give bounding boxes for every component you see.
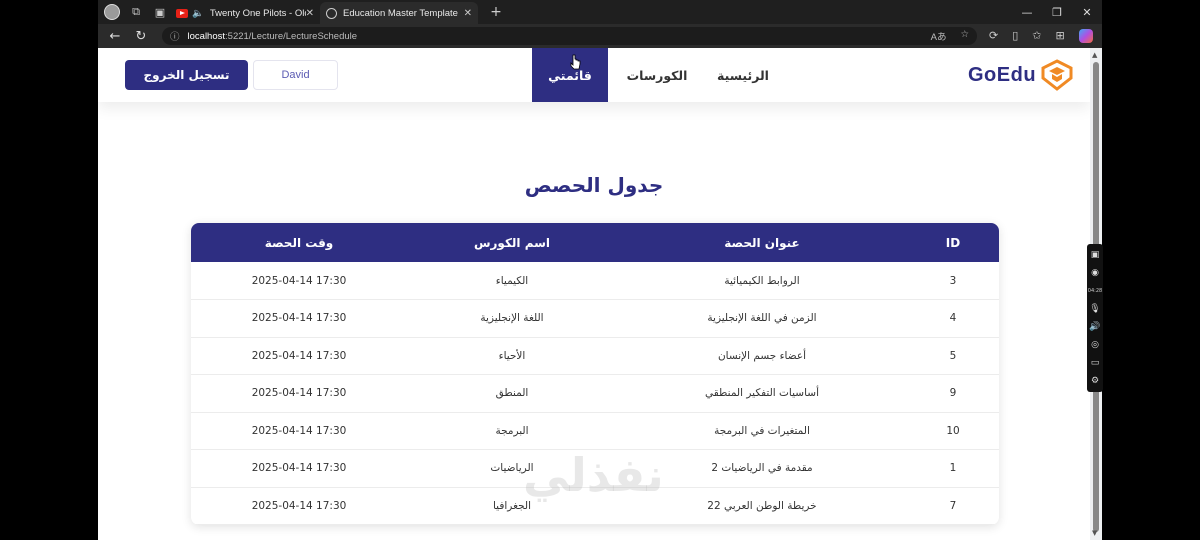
- table-row: 4 الزمن في اللغة الإنجليزية اللغة الإنجليز…: [191, 299, 999, 338]
- tab-label: Education Master Template: [343, 7, 458, 19]
- cell-lecture-title: الزمن في اللغة الإنجليزية: [617, 299, 907, 338]
- browser-window: ⧉ ▣ 🔈 Twenty One Pilots - Oldies S ✕ Edu…: [98, 0, 1102, 540]
- extensions-icon[interactable]: ⟳: [989, 29, 998, 43]
- cell-lecture-time: 2025-04-14 17:30: [191, 299, 407, 338]
- cell-lecture-time: 2025-04-14 17:30: [191, 449, 407, 488]
- speaker-icon[interactable]: 🔈: [192, 8, 204, 19]
- record-icon[interactable]: ◉: [1091, 266, 1099, 280]
- cell-id: 9: [907, 374, 999, 413]
- youtube-icon: [176, 8, 188, 18]
- header-id: ID: [945, 235, 961, 250]
- close-tab-icon[interactable]: ✕: [464, 8, 472, 19]
- window-icon[interactable]: ▭: [1091, 356, 1100, 370]
- cell-lecture-time: 2025-04-14 17:30: [191, 337, 407, 375]
- user-name-button[interactable]: David: [253, 60, 338, 90]
- refresh-icon[interactable]: ↻: [128, 29, 154, 44]
- cell-lecture-time: 2025-04-14 17:30: [191, 262, 407, 300]
- favorites-icon[interactable]: ✩: [1032, 29, 1041, 43]
- table-header-row: ID عنوان الحصة اسم الكورس وقت الحصة: [191, 223, 999, 262]
- cell-id: 5: [907, 337, 999, 375]
- webcam-icon[interactable]: ◎: [1091, 338, 1099, 352]
- scroll-up-icon[interactable]: ▲: [1092, 51, 1097, 59]
- mouse-cursor-icon: [570, 54, 581, 70]
- logo-text: GoEdu: [968, 63, 1037, 86]
- cell-lecture-time: 2025-04-14 17:30: [191, 374, 407, 413]
- cell-course-name: الكيمياء: [407, 262, 617, 300]
- copilot-icon[interactable]: [1078, 29, 1093, 43]
- globe-icon: [326, 7, 337, 19]
- table-row: 10 المتغيرات في البرمجة البرمجة 2025-04-14 …: [191, 412, 999, 450]
- collections-icon[interactable]: ⊞: [1056, 29, 1065, 43]
- cell-course-name: الأحياء: [407, 337, 617, 375]
- tab-youtube[interactable]: 🔈 Twenty One Pilots - Oldies S ✕: [170, 2, 320, 24]
- cell-id: 1: [907, 449, 999, 488]
- screen: ⧉ ▣ 🔈 Twenty One Pilots - Oldies S ✕ Edu…: [0, 0, 1200, 540]
- header-lecture-title: عنوان الحصة: [724, 235, 800, 250]
- url-path: :5221/Lecture/LectureSchedule: [225, 30, 358, 42]
- profile-avatar[interactable]: [102, 2, 122, 22]
- workspaces-icon[interactable]: ⧉: [126, 2, 146, 22]
- cell-course-name: اللغة الإنجليزية: [407, 299, 617, 338]
- logout-button[interactable]: تسجيل الخروج: [125, 60, 248, 90]
- split-screen-icon[interactable]: ▯: [1012, 29, 1018, 43]
- site-logo[interactable]: GoEdu: [968, 58, 1074, 92]
- recording-time: 04:28: [1087, 288, 1103, 294]
- cell-course-name: البرمجة: [407, 412, 617, 450]
- maximize-icon[interactable]: ❐: [1042, 6, 1072, 19]
- screen-recorder-widget: ▣ ◉ 04:28 🎙 🔊 ◎ ▭ ⚙: [1087, 244, 1103, 392]
- cell-lecture-title: أساسيات التفكير المنطقي: [617, 374, 907, 413]
- table-row: 5 أعضاء جسم الإنسان الأحياء 2025-04-14 17:3…: [191, 337, 999, 375]
- url-input[interactable]: ⓘ localhost :5221/Lecture/LectureSchedul…: [162, 27, 977, 45]
- info-icon[interactable]: ⓘ: [170, 29, 180, 43]
- nav-item-home[interactable]: الرئيسية: [712, 48, 774, 102]
- nav-item-courses[interactable]: الكورسات: [626, 48, 688, 102]
- cell-lecture-title: أعضاء جسم الإنسان: [617, 337, 907, 375]
- cell-id: 10: [907, 412, 999, 450]
- cell-lecture-title: المتغيرات في البرمجة: [617, 412, 907, 450]
- table-row: 3 الروابط الكيميائية الكيمياء 2025-04-14 17…: [191, 262, 999, 300]
- table-row: 9 أساسيات التفكير المنطقي المنطق 2025-04-14…: [191, 374, 999, 413]
- site-navbar: تسجيل الخروج David قائمتي الكورسات الرئي…: [98, 48, 1090, 102]
- cell-course-name: المنطق: [407, 374, 617, 413]
- close-window-icon[interactable]: ✕: [1072, 6, 1102, 19]
- cell-lecture-title: الروابط الكيميائية: [617, 262, 907, 300]
- tab-bar: ⧉ ▣ 🔈 Twenty One Pilots - Oldies S ✕ Edu…: [98, 0, 1102, 24]
- url-host: localhost: [187, 30, 226, 42]
- close-tab-icon[interactable]: ✕: [306, 8, 314, 19]
- tab-label: Twenty One Pilots - Oldies S: [209, 7, 306, 19]
- volume-icon[interactable]: 🔊: [1089, 320, 1100, 334]
- microphone-icon[interactable]: 🎙: [1089, 302, 1100, 316]
- web-page: تسجيل الخروج David قائمتي الكورسات الرئي…: [98, 48, 1090, 540]
- cell-lecture-time: 2025-04-14 17:30: [191, 487, 407, 525]
- new-tab-icon[interactable]: +: [486, 2, 506, 22]
- scroll-down-icon[interactable]: ▼: [1092, 529, 1097, 537]
- favorite-star-icon[interactable]: ☆: [960, 29, 969, 43]
- minimize-icon[interactable]: —: [1012, 6, 1042, 19]
- graduation-cap-icon: [1041, 59, 1073, 91]
- cell-id: 4: [907, 299, 999, 338]
- watermark: نفذلي: [523, 448, 664, 502]
- page-title: جدول الحصص: [524, 173, 664, 197]
- cell-lecture-time: 2025-04-14 17:30: [191, 412, 407, 450]
- settings-gear-icon[interactable]: ⚙: [1091, 374, 1099, 388]
- tab-actions-icon[interactable]: ▣: [150, 2, 170, 22]
- cell-id: 7: [907, 487, 999, 525]
- cell-id: 3: [907, 262, 999, 300]
- header-lecture-time: وقت الحصة: [264, 235, 334, 250]
- address-bar-row: ← ↻ ⓘ localhost :5221/Lecture/LectureSch…: [98, 24, 1102, 48]
- back-icon[interactable]: ←: [102, 29, 128, 44]
- camera-icon[interactable]: ▣: [1091, 248, 1100, 262]
- tab-education[interactable]: Education Master Template ✕: [320, 2, 478, 24]
- header-course-name: اسم الكورس: [473, 235, 551, 250]
- read-aloud-icon[interactable]: Aあ: [931, 29, 947, 43]
